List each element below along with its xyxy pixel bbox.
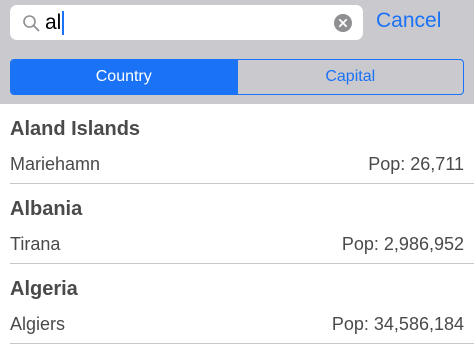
country-name: Aland Islands [10,118,141,140]
list-item[interactable]: Algeria Algiers Pop: 34,586,184 [0,264,474,344]
population-label: Pop: 2,986,952 [341,234,464,254]
country-name: Albania [10,198,83,220]
segment-country[interactable]: Country [11,60,237,94]
row-separator [10,343,474,344]
population-label: Pop: 26,711 [368,154,464,174]
segment-capital[interactable]: Capital [236,60,464,94]
search-bar: al Cancel Country Capital [0,0,474,104]
capital-name: Mariehamn [10,154,101,174]
country-name: Algeria [10,278,78,300]
clear-icon[interactable] [334,14,352,32]
population-label: Pop: 34,586,184 [331,314,464,334]
cancel-button[interactable]: Cancel [376,8,441,34]
list-item[interactable]: Albania Tirana Pop: 2,986,952 [0,184,474,264]
search-input[interactable]: al [45,11,65,35]
search-icon [23,15,40,32]
list-item[interactable]: Aland Islands Mariehamn Pop: 26,711 [0,104,474,184]
scope-segmented-control: Country Capital [10,59,464,95]
results-list: Aland Islands Mariehamn Pop: 26,711 Alba… [0,104,474,344]
text-cursor [62,11,65,35]
search-field[interactable]: al [10,5,363,40]
capital-name: Algiers [10,314,66,334]
search-query-text: al [45,11,62,34]
capital-name: Tirana [10,234,61,254]
